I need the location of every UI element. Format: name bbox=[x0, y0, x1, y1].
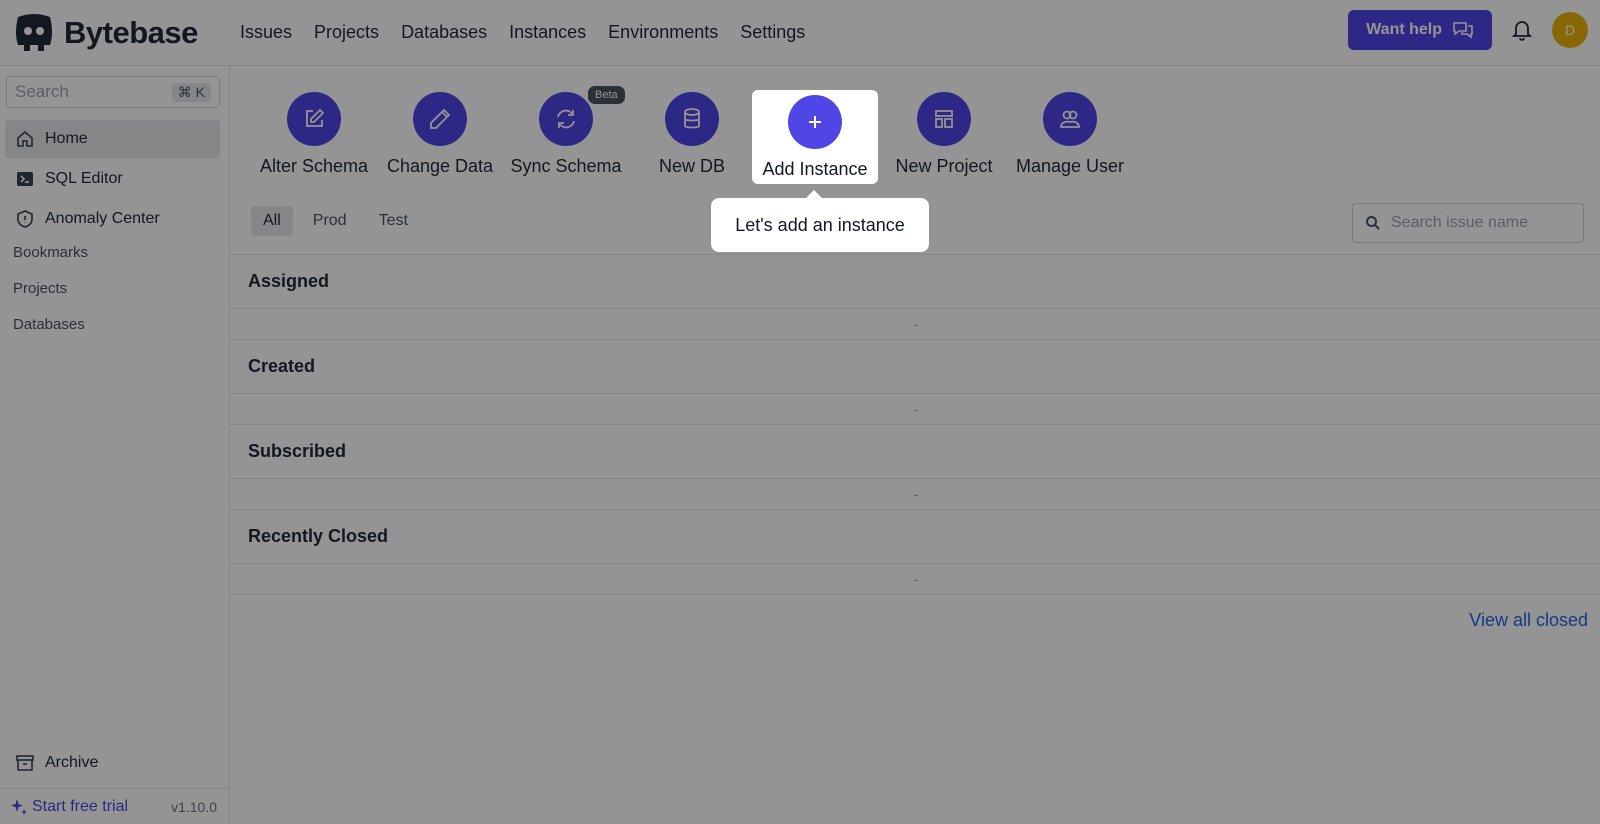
quick-action-label: Add Instance bbox=[762, 159, 868, 179]
tooltip-arrow bbox=[806, 190, 822, 198]
plus-icon bbox=[809, 116, 821, 128]
quick-action-circle bbox=[788, 95, 842, 149]
quick-action-add-instance[interactable]: Add Instance bbox=[752, 90, 878, 184]
onboarding-tooltip: Let's add an instance bbox=[711, 198, 929, 252]
